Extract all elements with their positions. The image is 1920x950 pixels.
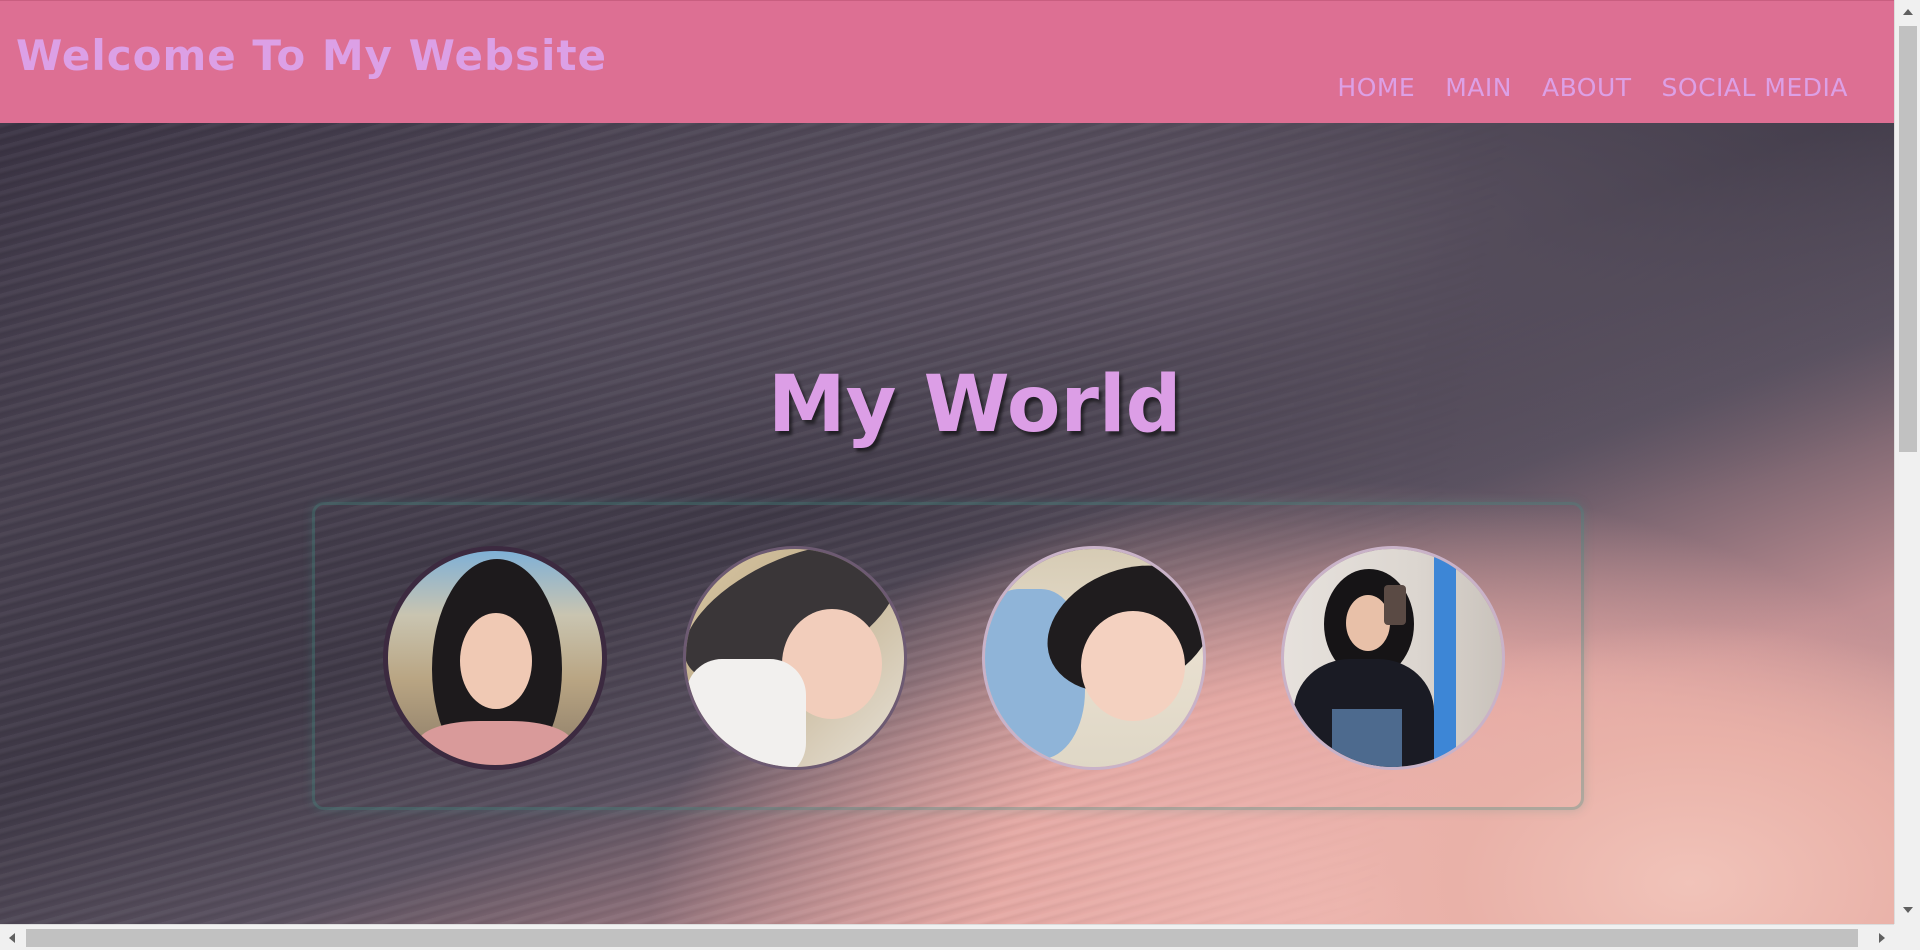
vertical-scroll-thumb[interactable]	[1899, 26, 1917, 452]
nav-home-link[interactable]: HOME	[1337, 73, 1415, 102]
site-title: Welcome To My Website	[16, 31, 608, 80]
nav-about-link[interactable]: ABOUT	[1542, 73, 1632, 102]
nav-main-link[interactable]: MAIN	[1445, 73, 1512, 102]
scroll-up-arrow-icon[interactable]	[1903, 9, 1913, 15]
hero-title: My World	[768, 360, 1182, 450]
gallery-photo-2[interactable]	[683, 546, 907, 770]
vertical-scrollbar[interactable]	[1894, 0, 1920, 924]
scrollbar-corner	[1894, 924, 1920, 950]
gallery-photo-1[interactable]	[383, 546, 607, 770]
page-viewport: Welcome To My Website HOME MAIN ABOUT SO…	[0, 0, 1894, 924]
scroll-down-arrow-icon[interactable]	[1903, 907, 1913, 913]
horizontal-scrollbar[interactable]	[0, 924, 1894, 950]
gallery-photo-4[interactable]	[1281, 546, 1505, 770]
main-nav: HOME MAIN ABOUT SOCIAL MEDIA	[1337, 73, 1848, 102]
scroll-right-arrow-icon[interactable]	[1879, 933, 1885, 943]
gallery-photo-3[interactable]	[982, 546, 1206, 770]
nav-social-media-link[interactable]: SOCIAL MEDIA	[1662, 73, 1848, 102]
site-header: Welcome To My Website HOME MAIN ABOUT SO…	[0, 0, 1894, 123]
scroll-left-arrow-icon[interactable]	[9, 933, 15, 943]
horizontal-scroll-thumb[interactable]	[26, 929, 1858, 947]
